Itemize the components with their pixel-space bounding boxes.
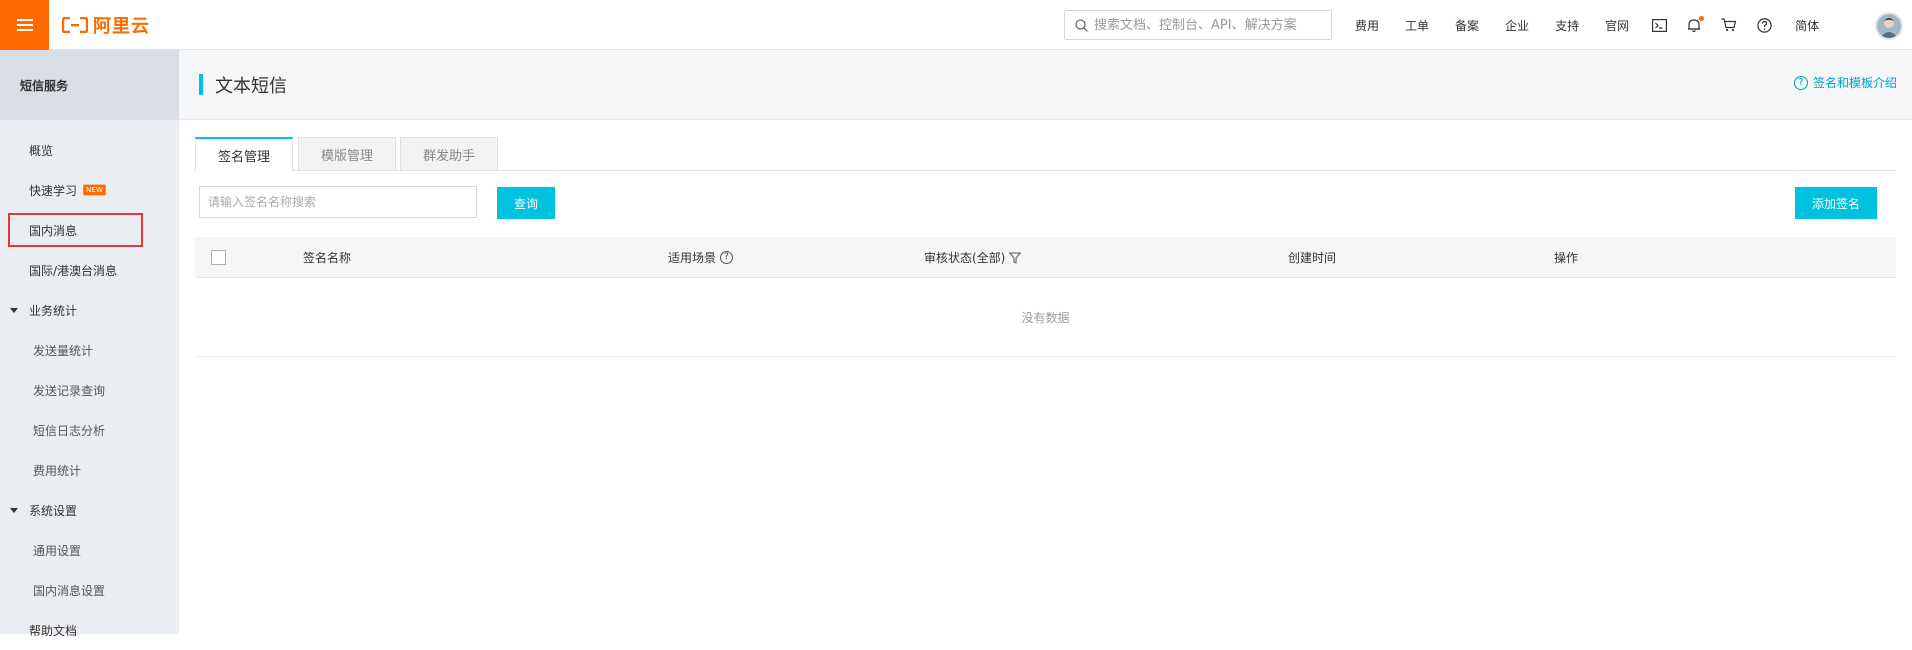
- column-scenario: 适用场景 ?: [668, 237, 734, 278]
- sidebar-group-label: 系统设置: [29, 503, 78, 518]
- logo-text: 阿里云: [93, 16, 150, 37]
- bell-icon[interactable]: [1687, 15, 1705, 33]
- tab-template-management[interactable]: 模版管理: [298, 137, 396, 171]
- sidebar-item-label: 国内消息: [29, 223, 78, 238]
- sidebar-item-domestic-messages[interactable]: 国内消息: [0, 210, 179, 250]
- help-icon[interactable]: [1757, 17, 1772, 33]
- column-label: 审核状态(全部): [924, 251, 1006, 265]
- sidebar-item-label: 费用统计: [33, 463, 82, 478]
- sidebar-group-label: 业务统计: [29, 303, 78, 318]
- column-review-status: 审核状态(全部): [924, 237, 1022, 278]
- query-button[interactable]: 查询: [497, 187, 555, 219]
- nav-support[interactable]: 支持: [1555, 17, 1579, 34]
- nav-fees[interactable]: 费用: [1355, 17, 1379, 34]
- sidebar-item-quick-learn[interactable]: 快速学习 NEW: [0, 170, 179, 210]
- main-content: 文本短信 ? 签名和模板介绍 签名管理 模版管理 群发助手 查询 添加签名 签名…: [179, 50, 1912, 634]
- tab-signature-management[interactable]: 签名管理: [195, 137, 293, 172]
- sidebar-item-send-records[interactable]: 发送记录查询: [0, 370, 179, 410]
- sidebar-item-log-analysis[interactable]: 短信日志分析: [0, 410, 179, 450]
- sidebar-item-general-settings[interactable]: 通用设置: [0, 530, 179, 570]
- sidebar-header: 短信服务: [0, 50, 179, 120]
- filter-icon[interactable]: [1009, 252, 1022, 264]
- search-icon: [1075, 18, 1088, 32]
- aliyun-logo[interactable]: 阿里云: [62, 14, 150, 37]
- signature-search-input[interactable]: [199, 186, 477, 218]
- sidebar-group-system-settings[interactable]: 系统设置: [0, 490, 179, 530]
- sidebar-group-business-stats[interactable]: 业务统计: [0, 290, 179, 330]
- aliyun-bracket-icon: [62, 17, 88, 33]
- question-circle-icon: ?: [1793, 75, 1808, 90]
- sidebar-item-help-docs[interactable]: 帮助文档: [0, 610, 179, 650]
- nav-official-site[interactable]: 官网: [1605, 17, 1629, 34]
- top-bar: 阿里云 费用 工单 备案 企业 支持 官网 简体: [0, 0, 1912, 50]
- sidebar-item-international-messages[interactable]: 国际/港澳台消息: [0, 250, 179, 290]
- add-signature-button[interactable]: 添加签名: [1795, 187, 1877, 219]
- title-accent-bar: [199, 74, 203, 95]
- sidebar-item-label: 发送记录查询: [33, 383, 106, 398]
- sidebar-item-label: 国内消息设置: [33, 583, 106, 598]
- sidebar-item-label: 快速学习: [29, 183, 78, 198]
- signature-template-help-link[interactable]: ? 签名和模板介绍: [1793, 74, 1897, 91]
- sidebar-item-fee-stats[interactable]: 费用统计: [0, 450, 179, 490]
- notification-dot: [1699, 15, 1705, 21]
- nav-enterprise[interactable]: 企业: [1505, 17, 1529, 34]
- hamburger-icon: [16, 16, 33, 34]
- top-nav: 费用 工单 备案 企业 支持 官网 简体: [1342, 0, 1832, 50]
- terminal-icon[interactable]: [1652, 18, 1668, 32]
- menu-toggle-button[interactable]: [0, 0, 49, 50]
- question-circle-icon[interactable]: ?: [720, 251, 734, 264]
- column-label: 适用场景: [668, 251, 717, 265]
- page-title: 文本短信: [215, 76, 287, 97]
- sidebar: 短信服务 概览 快速学习 NEW 国内消息 国际/港澳台消息 业务统计 发送量统…: [0, 50, 179, 638]
- tab-bar: 签名管理 模版管理 群发助手: [195, 137, 1896, 172]
- cart-icon[interactable]: [1721, 18, 1737, 32]
- table-header: 签名名称 适用场景 ? 审核状态(全部) 创建时间 操作: [195, 237, 1896, 278]
- column-actions: 操作: [1554, 251, 1579, 265]
- sidebar-item-label: 帮助文档: [29, 623, 78, 638]
- sidebar-item-overview[interactable]: 概览: [0, 130, 179, 170]
- empty-state: 没有数据: [195, 278, 1896, 357]
- new-badge: NEW: [83, 184, 106, 196]
- caret-down-icon: [10, 307, 18, 313]
- column-signature-name: 签名名称: [303, 251, 352, 265]
- sidebar-item-domestic-settings[interactable]: 国内消息设置: [0, 570, 179, 610]
- sidebar-item-send-volume[interactable]: 发送量统计: [0, 330, 179, 370]
- help-link-label: 签名和模板介绍: [1812, 76, 1897, 90]
- nav-tickets[interactable]: 工单: [1405, 17, 1429, 34]
- global-search-input[interactable]: [1094, 17, 1324, 33]
- language-switch[interactable]: 简体: [1795, 17, 1819, 34]
- sidebar-item-label: 发送量统计: [33, 343, 94, 358]
- sidebar-item-label: 通用设置: [33, 543, 82, 558]
- user-avatar[interactable]: [1875, 12, 1903, 40]
- column-created-time: 创建时间: [1288, 251, 1337, 265]
- sidebar-item-label: 概览: [29, 143, 54, 158]
- sidebar-item-label: 国际/港澳台消息: [29, 263, 118, 278]
- global-search[interactable]: [1064, 10, 1332, 40]
- page-header: 文本短信 ? 签名和模板介绍: [179, 50, 1912, 120]
- select-all-checkbox[interactable]: [211, 250, 226, 265]
- tab-bulk-send-assistant[interactable]: 群发助手: [400, 137, 498, 171]
- sidebar-item-label: 短信日志分析: [33, 423, 106, 438]
- nav-icp[interactable]: 备案: [1455, 17, 1479, 34]
- caret-down-icon: [10, 507, 18, 513]
